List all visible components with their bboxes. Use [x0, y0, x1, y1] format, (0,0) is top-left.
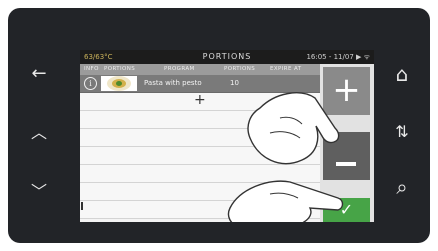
header-portions-count: PORTIONS [224, 66, 256, 72]
scroll-up-icon[interactable]: ︿ [28, 119, 50, 143]
time-date-readout: 16:05 - 11/07 ▶ ᯤ [306, 53, 370, 61]
info-icon[interactable]: i [84, 77, 97, 90]
header-info: INFO [84, 66, 99, 72]
table-header: INFO PORTIONS PROGRAM PORTIONS EXPIRE AT [80, 64, 320, 75]
control-panel: ← ︿ ﹀ ⌂ ⇅ ⌕ 63/63°C PORTIONS 16:05 - 11/… [8, 8, 430, 243]
pasta-thumbnail [101, 76, 137, 91]
scroll-down-icon[interactable]: ﹀ [28, 178, 50, 202]
add-program-icon[interactable]: + [194, 92, 206, 108]
scroll-indicator[interactable] [81, 202, 83, 210]
portion-count: 10 [230, 79, 239, 87]
header-portions: PORTIONS [104, 66, 136, 72]
status-bar: 63/63°C PORTIONS 16:05 - 11/07 ▶ ᯤ [80, 50, 374, 64]
program-name: Pasta with pesto [144, 79, 202, 87]
home-icon[interactable]: ⌂ [390, 62, 414, 86]
sort-icon[interactable]: ⇅ [390, 122, 414, 141]
header-program: PROGRAM [164, 66, 195, 72]
header-expire-at: EXPIRE AT [270, 66, 302, 72]
pointing-hand-lower [227, 180, 344, 222]
search-icon[interactable]: ⌕ [390, 175, 414, 199]
back-arrow-icon[interactable]: ← [28, 63, 50, 84]
display-screen: 63/63°C PORTIONS 16:05 - 11/07 ▶ ᯤ INFO … [80, 50, 374, 222]
pointing-hand-upper [247, 92, 340, 165]
